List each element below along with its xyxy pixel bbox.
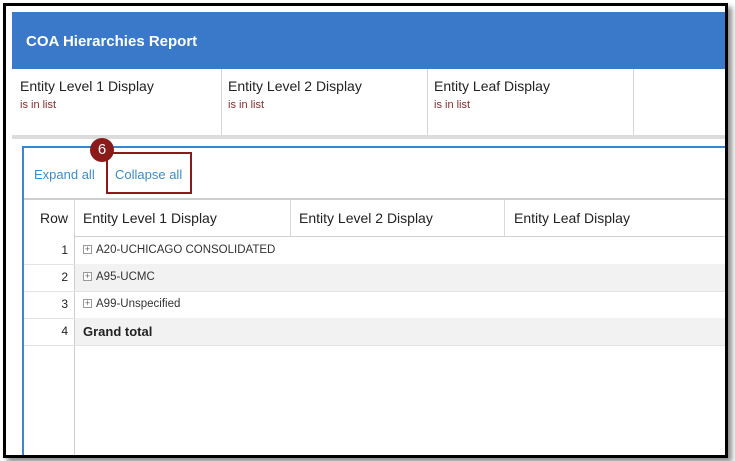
table-row: 3 + A99-Unspecified: [24, 291, 725, 319]
filter-condition: is in list: [20, 99, 57, 111]
report-title: COA Hierarchies Report: [26, 33, 198, 50]
filter-label: Entity Leaf Display: [434, 78, 550, 94]
table-cell: Grand total: [75, 318, 725, 345]
section-divider: [12, 135, 725, 139]
cell-value: A95-UCMC: [96, 271, 155, 283]
table-row: 1 + A20-UCHICAGO CONSOLIDATED: [24, 237, 725, 265]
table-cell: + A95-UCMC: [75, 264, 725, 291]
column-header-entity-leaf[interactable]: Entity Leaf Display: [505, 200, 725, 236]
filter-entity-level-1[interactable]: Entity Level 1 Display is in list: [20, 69, 222, 135]
table-cell: + A99-Unspecified: [75, 291, 725, 318]
step-number-badge: 6: [90, 138, 114, 162]
filter-entity-leaf[interactable]: Entity Leaf Display is in list: [428, 69, 634, 135]
cell-value: A20-UCHICAGO CONSOLIDATED: [96, 244, 276, 256]
table-cell: + A20-UCHICAGO CONSOLIDATED: [75, 237, 725, 264]
filter-entity-level-2[interactable]: Entity Level 2 Display is in list: [222, 69, 428, 135]
grand-total-label: Grand total: [83, 324, 153, 339]
row-number: 1: [61, 243, 68, 257]
column-header-entity-level-1[interactable]: Entity Level 1 Display: [75, 200, 291, 236]
expand-plus-icon[interactable]: +: [83, 299, 92, 308]
report-header: COA Hierarchies Report: [12, 12, 725, 69]
column-header-entity-level-2[interactable]: Entity Level 2 Display: [291, 200, 505, 236]
cell-value: A99-Unspecified: [96, 298, 181, 310]
row-number: 4: [61, 324, 68, 338]
column-header-row[interactable]: Row: [24, 200, 75, 236]
report-panel: Expand all Collapse all 6 Row Entity Lev…: [22, 138, 725, 455]
table-header: Row Entity Level 1 Display Entity Level …: [24, 198, 725, 237]
row-number: 3: [61, 297, 68, 311]
table-row-grand-total: 4 Grand total: [24, 318, 725, 346]
expand-all-link[interactable]: Expand all: [34, 167, 95, 182]
screenshot-frame: COA Hierarchies Report Entity Level 1 Di…: [3, 3, 728, 458]
expand-plus-icon[interactable]: +: [83, 272, 92, 281]
filter-condition: is in list: [228, 99, 265, 111]
filter-condition: is in list: [434, 99, 471, 111]
filter-bar: Entity Level 1 Display is in list Entity…: [12, 69, 725, 135]
collapse-all-link[interactable]: Collapse all: [115, 167, 182, 182]
filter-label: Entity Level 1 Display: [20, 78, 154, 94]
filter-label: Entity Level 2 Display: [228, 78, 362, 94]
row-number: 2: [61, 270, 68, 284]
table-row: 2 + A95-UCMC: [24, 264, 725, 292]
expand-plus-icon[interactable]: +: [83, 245, 92, 254]
